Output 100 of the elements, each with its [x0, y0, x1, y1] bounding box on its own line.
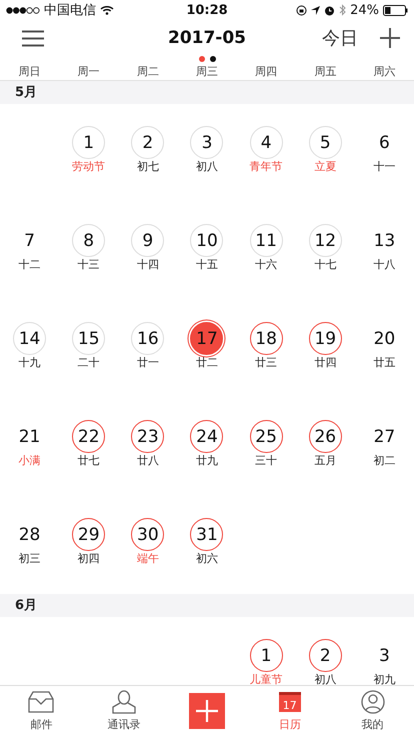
day-number[interactable]: 23 — [131, 420, 164, 453]
lunar-date: 廿八 — [136, 454, 159, 468]
alarm-icon — [324, 4, 336, 16]
day-number[interactable]: 25 — [250, 420, 283, 453]
lunar-date: 二十 — [78, 356, 100, 370]
festival-label: 儿童节 — [250, 673, 283, 685]
lunar-date: 廿三 — [255, 356, 278, 370]
lunar-date: 廿七 — [78, 454, 100, 468]
festival-label: 青年节 — [250, 160, 283, 174]
tab-item[interactable]: 邮件 — [0, 686, 83, 736]
day-number[interactable]: 20 — [368, 322, 401, 355]
day-number[interactable]: 19 — [308, 322, 342, 355]
lunar-date: 初九 — [373, 673, 396, 685]
day-number[interactable]: 12 — [308, 224, 342, 257]
day-number[interactable]: 4 — [250, 126, 283, 159]
festival-label: 端午 — [136, 552, 159, 566]
day-number[interactable]: 22 — [72, 420, 106, 453]
day-number[interactable]: 18 — [250, 322, 283, 355]
calendar-icon: 17 — [278, 692, 301, 712]
day-number[interactable]: 2 — [308, 639, 342, 672]
festival-label: 劳动节 — [72, 160, 106, 174]
weekday-label: 周六 — [373, 64, 396, 78]
lunar-date: 初七 — [136, 160, 159, 174]
day-number[interactable]: 14 — [13, 322, 46, 355]
month-title: 2017-05 — [168, 28, 246, 48]
festival-label: 小满 — [18, 454, 41, 468]
festival-label: 立夏 — [314, 160, 336, 174]
day-number[interactable]: 31 — [190, 518, 224, 551]
profile-icon — [360, 690, 385, 714]
lunar-date: 初八 — [196, 160, 218, 174]
day-number[interactable]: 27 — [368, 420, 401, 453]
signal-icon — [6, 6, 40, 14]
lunar-date: 十一 — [373, 160, 396, 174]
lunar-date: 十六 — [255, 258, 278, 272]
day-number[interactable]: 16 — [131, 322, 164, 355]
day-number[interactable]: 11 — [250, 224, 283, 257]
lunar-date: 十四 — [136, 258, 159, 272]
day-number[interactable]: 2 — [131, 126, 164, 159]
lunar-date: 初四 — [78, 552, 100, 566]
weekday-label: 周一 — [78, 64, 100, 78]
weekday-label: 周日 — [18, 64, 41, 78]
day-number[interactable]: 3 — [368, 639, 401, 672]
lunar-date: 廿九 — [196, 454, 218, 468]
tab-item[interactable]: 我的 — [331, 686, 414, 736]
day-number[interactable]: 5 — [308, 126, 342, 159]
today-button[interactable]: 今日 — [322, 26, 358, 50]
day-number[interactable]: 8 — [72, 224, 106, 257]
day-number[interactable]: 10 — [190, 224, 224, 257]
lunar-date: 十三 — [78, 258, 100, 272]
day-number[interactable]: 24 — [190, 420, 224, 453]
lunar-date: 初二 — [373, 454, 396, 468]
lunar-date: 廿五 — [373, 356, 396, 370]
inbox-icon — [28, 691, 54, 713]
bluetooth-icon — [339, 4, 346, 16]
add-icon[interactable] — [380, 28, 400, 48]
lunar-date: 廿二 — [196, 356, 218, 370]
day-number[interactable]: 28 — [13, 518, 46, 551]
lunar-date: 五月 — [314, 454, 336, 468]
lunar-date: 十九 — [18, 356, 41, 370]
tab-item[interactable]: 17 日历 — [248, 686, 332, 736]
day-number[interactable]: 9 — [131, 224, 164, 257]
weekday-label: 周四 — [255, 64, 278, 78]
day-number[interactable]: 1 — [72, 126, 106, 159]
lunar-date: 十八 — [373, 258, 396, 272]
lunar-date: 十二 — [18, 258, 41, 272]
tab-item[interactable]: 通讯录 — [82, 686, 166, 736]
person-icon — [112, 690, 136, 714]
month-header: 6月 — [15, 598, 38, 613]
add-button[interactable] — [188, 693, 225, 729]
status-time: 10:28 — [186, 2, 228, 18]
month-header: 5月 — [15, 85, 38, 100]
lunar-date: 初六 — [196, 552, 218, 566]
day-number[interactable]: 1 — [250, 639, 283, 672]
battery-percent: 24% — [350, 2, 380, 18]
location-arrow-icon — [311, 6, 320, 14]
day-number[interactable]: 30 — [131, 518, 164, 551]
lunar-date: 初三 — [18, 552, 41, 566]
day-number[interactable]: 6 — [368, 126, 401, 159]
day-number[interactable]: 7 — [13, 224, 46, 257]
lunar-date: 十七 — [314, 258, 336, 272]
lunar-date: 廿一 — [136, 356, 159, 370]
lunar-date: 十五 — [196, 258, 218, 272]
lunar-date: 初八 — [314, 673, 336, 685]
day-number[interactable]: 3 — [190, 126, 224, 159]
menu-icon[interactable] — [22, 30, 44, 46]
battery-icon — [383, 4, 408, 16]
weekday-label: 周五 — [314, 64, 336, 78]
lunar-date: 廿四 — [314, 356, 336, 370]
day-number[interactable]: 17 — [190, 322, 224, 355]
day-number[interactable]: 26 — [308, 420, 342, 453]
day-number[interactable]: 21 — [13, 420, 46, 453]
day-number[interactable]: 13 — [368, 224, 401, 257]
day-number[interactable]: 15 — [72, 322, 106, 355]
carrier-name: 中国电信 — [44, 2, 96, 19]
day-number[interactable]: 29 — [72, 518, 106, 551]
rotation-lock-icon — [296, 4, 308, 16]
wifi-icon — [100, 5, 114, 15]
lunar-date: 三十 — [255, 454, 278, 468]
plus-icon — [196, 700, 218, 722]
weekday-label: 周二 — [136, 64, 159, 78]
